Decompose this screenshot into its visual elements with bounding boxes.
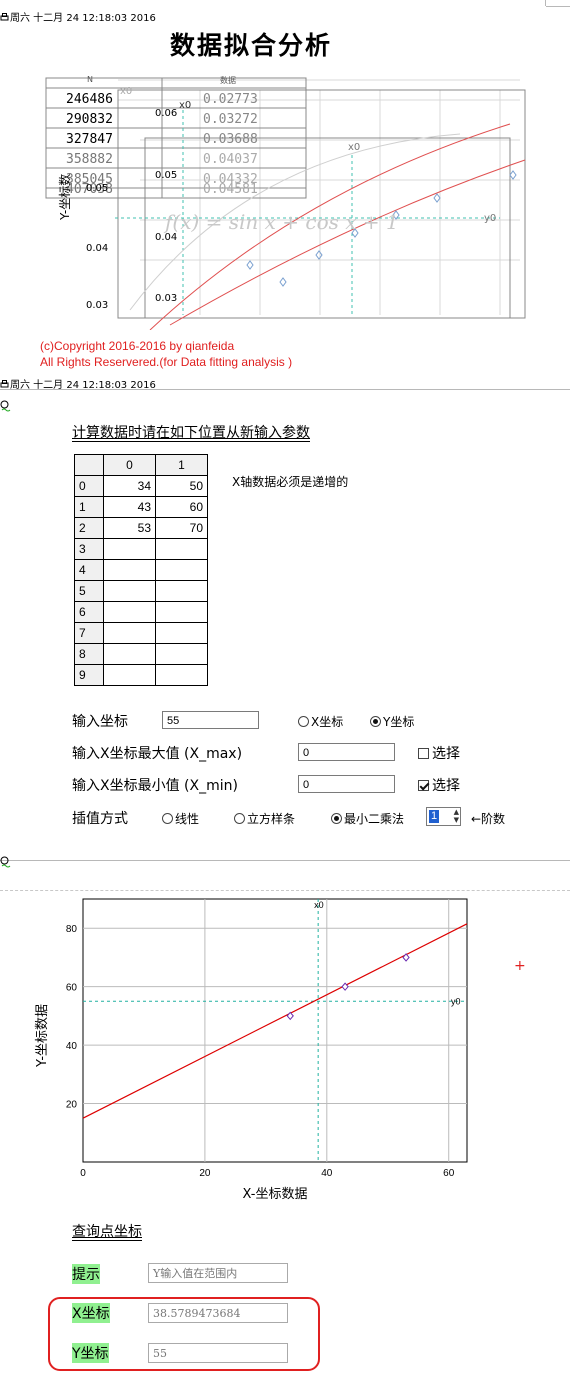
timestamp-header: 周六 十二月 24 12:18:03 2016 [0,9,156,24]
input-section-title: 计算数据时请在如下位置从新输入参数 [72,425,310,442]
table-cell[interactable] [155,601,208,623]
table-row: 8 [74,643,208,665]
table-row: 0 34 50 [74,475,208,497]
table-row: 5 [74,580,208,602]
fit-chart: 0 20 40 60 20 40 60 80 x0 y0 X-坐标数据 Y-坐标数据 [0,890,570,1210]
crosshair-marker: + [514,958,526,974]
table-cell[interactable] [155,538,208,560]
table-cell[interactable]: 43 [103,496,156,518]
hint-label: 提示 [72,1264,100,1284]
page-title: 数据拟合分析 [170,31,333,60]
order-spinner[interactable]: 1 ▲ ▼ [426,807,461,826]
spinner-down-icon[interactable]: ▼ [454,816,459,824]
table-row: 2 53 70 [74,517,208,539]
table-cell[interactable]: 70 [155,517,208,539]
x-tick-label: 40 [321,1168,333,1179]
xmin-label: 输入X坐标最小值 (X_min) [72,778,238,794]
xmax-checkbox[interactable]: 选择 [418,743,460,763]
table-cell[interactable] [155,559,208,581]
y-axis-label: Y-坐标数据 [35,1004,50,1068]
hint-field[interactable]: Y输入值在范围内 [148,1263,288,1283]
table-cell[interactable] [155,664,208,686]
printer-icon [0,13,9,22]
overlay-lines [45,77,526,330]
table-cell[interactable] [103,538,156,560]
y-tick-label: 80 [66,924,78,935]
y-tick-label: 60 [66,983,78,994]
x0-label: x0 [314,900,324,910]
table-cell[interactable]: 53 [103,517,156,539]
table-cell[interactable]: 50 [155,475,208,497]
input-coord-label: 输入坐标 [72,714,128,730]
plot-area [82,898,468,1163]
table-cell[interactable] [103,580,156,602]
radio-y-dot[interactable] [370,716,381,727]
table-row: 4 [74,559,208,581]
xmax-label: 输入X坐标最大值 (X_max) [72,746,243,762]
table-row: 1 43 60 [74,496,208,518]
order-value[interactable]: 1 [429,810,440,823]
xmin-check-box[interactable] [418,779,429,791]
query-section-title: 查询点坐标 [72,1224,142,1241]
radio-linear-dot[interactable] [162,813,173,824]
radio-linear[interactable]: 线性 [162,810,199,827]
x-result-field[interactable]: 38.5789473684 [148,1303,288,1323]
table-row: 9 [74,664,208,686]
table-cell[interactable] [103,559,156,581]
y-tick-label: 20 [66,1100,78,1111]
order-label: ←阶数 [471,812,506,826]
x-result-label: X坐标 [72,1303,110,1323]
table-cell[interactable] [155,580,208,602]
radio-x-coord[interactable]: X坐标 [298,713,343,730]
table-cell[interactable] [155,643,208,665]
radio-least-squares[interactable]: 最小二乘法 [331,810,404,827]
table-row: 6 [74,601,208,623]
table-cell[interactable] [103,601,156,623]
radio-x-dot[interactable] [298,716,309,727]
y-tick-label: 40 [66,1041,78,1052]
table-row: 7 [74,622,208,644]
formula-watermark: f(x) = sin x + cos x + 1 [165,210,399,234]
table-row: 3 [74,538,208,560]
x-tick-label: 0 [80,1168,86,1179]
copyright-notice: (c)Copyright 2016-2016 by qianfeida All … [40,339,293,369]
radio-y-coord[interactable]: Y坐标 [370,713,414,730]
input-coord-field[interactable]: 55 [162,711,259,729]
x-tick-label: 60 [443,1168,455,1179]
input-data-table: 0 1 0 34 50 1 43 60 2 53 70 3 4 5 6 7 8 9 [74,454,208,686]
printer-icon [0,380,9,389]
xmin-field[interactable]: 0 [298,775,395,793]
xmin-checkbox[interactable]: 选择 [418,775,460,795]
x-axis-label: X-坐标数据 [243,1187,308,1202]
table-cell[interactable] [103,622,156,644]
x-tick-label: 20 [199,1168,211,1179]
table-header-row: 0 1 [74,454,208,476]
section-anchor-icon [0,853,12,872]
overlay-graphic: N 数据 x0 x0 x0 y0 246486 290832 327847 35… [0,70,570,330]
table-cell[interactable] [103,664,156,686]
radio-least-squares-dot[interactable] [331,813,342,824]
table-cell[interactable] [103,643,156,665]
table-cell[interactable]: 60 [155,496,208,518]
increasing-note: X轴数据必须是递增的 [232,475,349,489]
table-cell[interactable] [155,622,208,644]
y0-label: y0 [451,996,461,1006]
xmax-field[interactable]: 0 [298,743,395,761]
section-anchor-icon [0,397,12,416]
interp-label: 插值方式 [72,811,128,827]
y-result-label: Y坐标 [72,1343,109,1363]
radio-cubic-dot[interactable] [234,813,245,824]
chart-svg: 0 20 40 60 20 40 60 80 x0 y0 X-坐标数据 Y-坐标数据 [35,898,468,1202]
spinner-up-icon[interactable]: ▲ [454,808,459,816]
y-result-field[interactable]: 55 [148,1343,288,1363]
radio-cubic-spline[interactable]: 立方样条 [234,810,295,827]
xmax-check-box[interactable] [418,747,429,759]
table-cell[interactable]: 34 [103,475,156,497]
